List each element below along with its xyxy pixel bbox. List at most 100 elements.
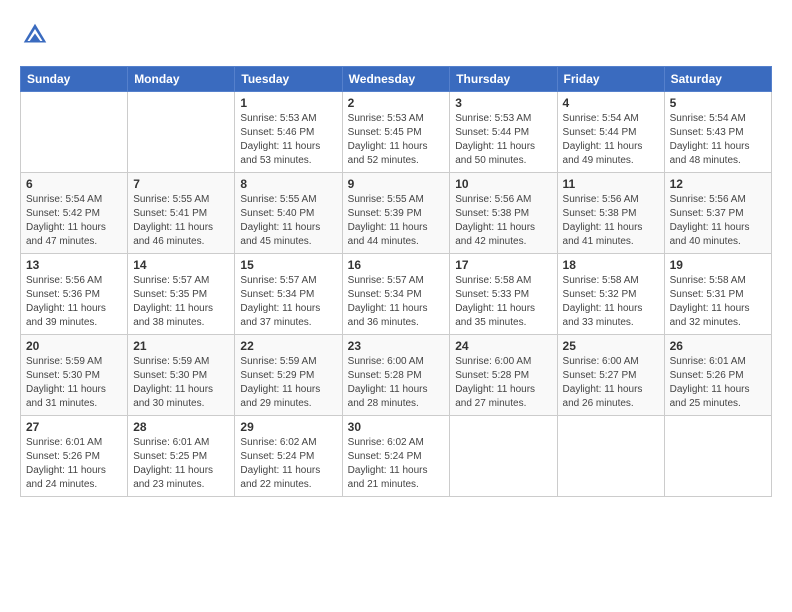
day-info: Sunrise: 6:01 AM Sunset: 5:26 PM Dayligh… bbox=[26, 436, 122, 492]
calendar-cell: 9 Sunrise: 5:55 AM Sunset: 5:39 PM Daylig… bbox=[342, 173, 450, 254]
day-info: Sunrise: 6:01 AM Sunset: 5:25 PM Dayligh… bbox=[133, 436, 229, 492]
calendar-cell: 5 Sunrise: 5:54 AM Sunset: 5:43 PM Daylig… bbox=[664, 92, 771, 173]
day-number: 7 bbox=[133, 177, 229, 191]
day-number: 24 bbox=[455, 339, 551, 353]
day-info: Sunrise: 5:56 AM Sunset: 5:37 PM Dayligh… bbox=[670, 193, 766, 249]
day-info: Sunrise: 5:59 AM Sunset: 5:29 PM Dayligh… bbox=[240, 355, 336, 411]
calendar-week-2: 6 Sunrise: 5:54 AM Sunset: 5:42 PM Daylig… bbox=[21, 173, 772, 254]
day-info: Sunrise: 5:57 AM Sunset: 5:34 PM Dayligh… bbox=[348, 274, 445, 330]
calendar-cell: 13Sunrise: 5:56 AM Sunset: 5:36 PM Dayli… bbox=[21, 254, 128, 335]
calendar-table: SundayMondayTuesdayWednesdayThursdayFrid… bbox=[20, 66, 772, 497]
day-info: Sunrise: 5:57 AM Sunset: 5:35 PM Dayligh… bbox=[133, 274, 229, 330]
day-info: Sunrise: 5:53 AM Sunset: 5:44 PM Dayligh… bbox=[455, 112, 551, 168]
calendar-cell: 10 Sunrise: 5:56 AM Sunset: 5:38 PM Dayli… bbox=[450, 173, 557, 254]
day-number: 5 bbox=[670, 96, 766, 110]
calendar-cell bbox=[664, 416, 771, 497]
col-header-sunday: Sunday bbox=[21, 67, 128, 92]
day-number: 27 bbox=[26, 420, 122, 434]
day-info: Sunrise: 5:56 AM Sunset: 5:38 PM Dayligh… bbox=[563, 193, 659, 249]
day-info: Sunrise: 6:00 AM Sunset: 5:27 PM Dayligh… bbox=[563, 355, 659, 411]
day-number: 14 bbox=[133, 258, 229, 272]
calendar-cell: 27 Sunrise: 6:01 AM Sunset: 5:26 PM Dayli… bbox=[21, 416, 128, 497]
day-number: 15 bbox=[240, 258, 336, 272]
day-info: Sunrise: 5:56 AM Sunset: 5:36 PM Dayligh… bbox=[26, 274, 122, 330]
calendar-week-4: 20 Sunrise: 5:59 AM Sunset: 5:30 PM Dayli… bbox=[21, 335, 772, 416]
day-number: 19 bbox=[670, 258, 766, 272]
day-number: 25 bbox=[563, 339, 659, 353]
col-header-thursday: Thursday bbox=[450, 67, 557, 92]
calendar-cell bbox=[128, 92, 235, 173]
day-number: 3 bbox=[455, 96, 551, 110]
day-info: Sunrise: 6:00 AM Sunset: 5:28 PM Dayligh… bbox=[348, 355, 445, 411]
calendar-week-3: 13Sunrise: 5:56 AM Sunset: 5:36 PM Dayli… bbox=[21, 254, 772, 335]
calendar-cell: 7 Sunrise: 5:55 AM Sunset: 5:41 PM Daylig… bbox=[128, 173, 235, 254]
day-number: 18 bbox=[563, 258, 659, 272]
calendar-cell bbox=[557, 416, 664, 497]
day-number: 17 bbox=[455, 258, 551, 272]
calendar-cell bbox=[21, 92, 128, 173]
calendar-cell: 3 Sunrise: 5:53 AM Sunset: 5:44 PM Daylig… bbox=[450, 92, 557, 173]
day-info: Sunrise: 5:53 AM Sunset: 5:45 PM Dayligh… bbox=[348, 112, 445, 168]
day-info: Sunrise: 5:55 AM Sunset: 5:40 PM Dayligh… bbox=[240, 193, 336, 249]
calendar-cell: 30Sunrise: 6:02 AM Sunset: 5:24 PM Dayli… bbox=[342, 416, 450, 497]
day-number: 28 bbox=[133, 420, 229, 434]
calendar-cell: 14 Sunrise: 5:57 AM Sunset: 5:35 PM Dayli… bbox=[128, 254, 235, 335]
calendar-cell: 4Sunrise: 5:54 AM Sunset: 5:44 PM Daylig… bbox=[557, 92, 664, 173]
calendar-cell: 24Sunrise: 6:00 AM Sunset: 5:28 PM Dayli… bbox=[450, 335, 557, 416]
page-header bbox=[20, 20, 772, 50]
calendar-cell: 18 Sunrise: 5:58 AM Sunset: 5:32 PM Dayli… bbox=[557, 254, 664, 335]
calendar-cell: 22 Sunrise: 5:59 AM Sunset: 5:29 PM Dayli… bbox=[235, 335, 342, 416]
calendar-cell: 2 Sunrise: 5:53 AM Sunset: 5:45 PM Daylig… bbox=[342, 92, 450, 173]
day-number: 2 bbox=[348, 96, 445, 110]
day-info: Sunrise: 6:02 AM Sunset: 5:24 PM Dayligh… bbox=[240, 436, 336, 492]
day-number: 21 bbox=[133, 339, 229, 353]
day-info: Sunrise: 5:54 AM Sunset: 5:44 PM Dayligh… bbox=[563, 112, 659, 168]
calendar-cell: 17 Sunrise: 5:58 AM Sunset: 5:33 PM Dayli… bbox=[450, 254, 557, 335]
day-info: Sunrise: 5:56 AM Sunset: 5:38 PM Dayligh… bbox=[455, 193, 551, 249]
calendar-cell bbox=[450, 416, 557, 497]
col-header-wednesday: Wednesday bbox=[342, 67, 450, 92]
day-info: Sunrise: 5:53 AM Sunset: 5:46 PM Dayligh… bbox=[240, 112, 336, 168]
day-info: Sunrise: 5:54 AM Sunset: 5:43 PM Dayligh… bbox=[670, 112, 766, 168]
day-number: 8 bbox=[240, 177, 336, 191]
calendar-header-row: SundayMondayTuesdayWednesdayThursdayFrid… bbox=[21, 67, 772, 92]
day-number: 6 bbox=[26, 177, 122, 191]
calendar-cell: 8 Sunrise: 5:55 AM Sunset: 5:40 PM Daylig… bbox=[235, 173, 342, 254]
day-info: Sunrise: 6:01 AM Sunset: 5:26 PM Dayligh… bbox=[670, 355, 766, 411]
calendar-cell: 20 Sunrise: 5:59 AM Sunset: 5:30 PM Dayli… bbox=[21, 335, 128, 416]
calendar-cell: 25 Sunrise: 6:00 AM Sunset: 5:27 PM Dayli… bbox=[557, 335, 664, 416]
day-number: 11 bbox=[563, 177, 659, 191]
calendar-cell: 19 Sunrise: 5:58 AM Sunset: 5:31 PM Dayli… bbox=[664, 254, 771, 335]
day-info: Sunrise: 5:58 AM Sunset: 5:31 PM Dayligh… bbox=[670, 274, 766, 330]
day-number: 23 bbox=[348, 339, 445, 353]
col-header-tuesday: Tuesday bbox=[235, 67, 342, 92]
day-info: Sunrise: 5:58 AM Sunset: 5:33 PM Dayligh… bbox=[455, 274, 551, 330]
col-header-saturday: Saturday bbox=[664, 67, 771, 92]
day-number: 20 bbox=[26, 339, 122, 353]
day-info: Sunrise: 5:58 AM Sunset: 5:32 PM Dayligh… bbox=[563, 274, 659, 330]
day-number: 9 bbox=[348, 177, 445, 191]
day-info: Sunrise: 5:55 AM Sunset: 5:39 PM Dayligh… bbox=[348, 193, 445, 249]
day-number: 10 bbox=[455, 177, 551, 191]
day-info: Sunrise: 5:59 AM Sunset: 5:30 PM Dayligh… bbox=[133, 355, 229, 411]
calendar-cell: 16Sunrise: 5:57 AM Sunset: 5:34 PM Dayli… bbox=[342, 254, 450, 335]
calendar-cell: 28 Sunrise: 6:01 AM Sunset: 5:25 PM Dayli… bbox=[128, 416, 235, 497]
day-info: Sunrise: 5:54 AM Sunset: 5:42 PM Dayligh… bbox=[26, 193, 122, 249]
day-number: 30 bbox=[348, 420, 445, 434]
calendar-week-1: 1 Sunrise: 5:53 AM Sunset: 5:46 PM Daylig… bbox=[21, 92, 772, 173]
day-number: 26 bbox=[670, 339, 766, 353]
calendar-cell: 26 Sunrise: 6:01 AM Sunset: 5:26 PM Dayli… bbox=[664, 335, 771, 416]
calendar-cell: 15Sunrise: 5:57 AM Sunset: 5:34 PM Dayli… bbox=[235, 254, 342, 335]
col-header-friday: Friday bbox=[557, 67, 664, 92]
day-number: 22 bbox=[240, 339, 336, 353]
day-number: 29 bbox=[240, 420, 336, 434]
calendar-cell: 23 Sunrise: 6:00 AM Sunset: 5:28 PM Dayli… bbox=[342, 335, 450, 416]
calendar-cell: 11 Sunrise: 5:56 AM Sunset: 5:38 PM Dayli… bbox=[557, 173, 664, 254]
day-number: 1 bbox=[240, 96, 336, 110]
calendar-week-5: 27 Sunrise: 6:01 AM Sunset: 5:26 PM Dayli… bbox=[21, 416, 772, 497]
calendar-cell: 29 Sunrise: 6:02 AM Sunset: 5:24 PM Dayli… bbox=[235, 416, 342, 497]
day-info: Sunrise: 5:55 AM Sunset: 5:41 PM Dayligh… bbox=[133, 193, 229, 249]
day-info: Sunrise: 5:59 AM Sunset: 5:30 PM Dayligh… bbox=[26, 355, 122, 411]
day-number: 12 bbox=[670, 177, 766, 191]
calendar-cell: 21 Sunrise: 5:59 AM Sunset: 5:30 PM Dayli… bbox=[128, 335, 235, 416]
